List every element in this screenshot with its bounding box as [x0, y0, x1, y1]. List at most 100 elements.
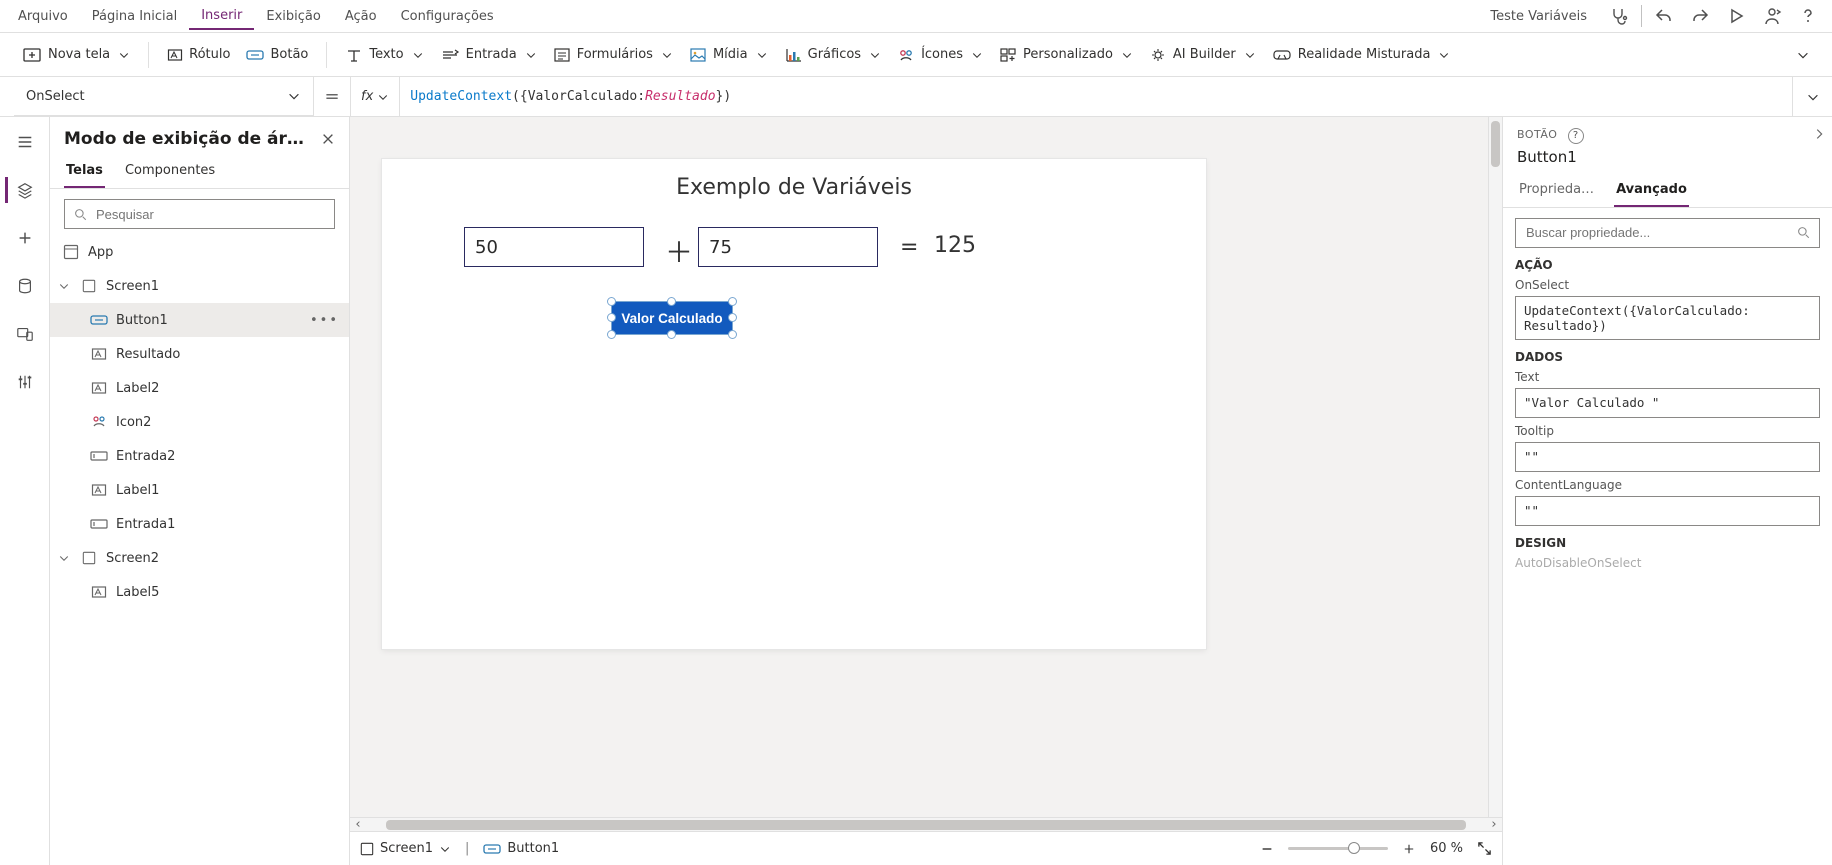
breadcrumb-screen[interactable]: Screen1: [360, 841, 451, 856]
tree-search-input[interactable]: [94, 206, 326, 223]
caret-icon[interactable]: [58, 280, 72, 292]
tree-close-button[interactable]: [321, 132, 335, 146]
canvas-stage[interactable]: Exemplo de Variáveis 50 ＋ 75 = 125 Valor…: [350, 117, 1502, 817]
selection-outline: Valor Calculado: [612, 302, 732, 334]
prop-value-contentlanguage[interactable]: "": [1515, 496, 1820, 526]
props-tab-propriedades[interactable]: Proprieda…: [1517, 178, 1596, 207]
props-search-input[interactable]: [1524, 224, 1796, 241]
tree-node-button1[interactable]: Button1 •••: [50, 303, 349, 337]
ribbon-collapse-button[interactable]: [1788, 43, 1818, 67]
tree-node-entrada1[interactable]: Entrada1: [50, 507, 349, 541]
rail-tree-view[interactable]: [5, 175, 45, 205]
property-select[interactable]: OnSelect: [14, 77, 314, 116]
more-icon[interactable]: •••: [310, 313, 339, 328]
forms-button[interactable]: Formulários: [545, 42, 681, 68]
custom-button[interactable]: Personalizado: [991, 42, 1141, 68]
button-control-button[interactable]: Botão: [238, 42, 316, 67]
canvas-input-2[interactable]: 75: [698, 227, 878, 267]
mixed-reality-button[interactable]: Realidade Misturada: [1264, 42, 1459, 68]
resize-handle[interactable]: [607, 313, 616, 322]
rail-data[interactable]: [5, 271, 45, 301]
tree-node-app[interactable]: App: [50, 235, 349, 269]
fullscreen-button[interactable]: [1477, 841, 1492, 856]
zoom-out-button[interactable]: [1260, 842, 1274, 856]
zoom-in-button[interactable]: [1402, 842, 1416, 856]
section-design: DESIGN: [1515, 536, 1820, 550]
prop-value-tooltip[interactable]: "": [1515, 442, 1820, 472]
scroll-thumb[interactable]: [1491, 121, 1500, 167]
vertical-scrollbar[interactable]: [1488, 117, 1502, 817]
ai-builder-button[interactable]: AI Builder: [1141, 42, 1264, 68]
rail-advanced-tools[interactable]: [5, 367, 45, 397]
prop-value-onselect[interactable]: UpdateContext({ValorCalculado: Resultado…: [1515, 296, 1820, 340]
tree-panel: Modo de exibição de ár… Telas Componente…: [50, 117, 350, 865]
help-icon[interactable]: ?: [1568, 128, 1584, 144]
icons-button[interactable]: Ícones: [889, 42, 991, 68]
resize-handle[interactable]: [607, 297, 616, 306]
props-tab-avancado[interactable]: Avançado: [1614, 178, 1689, 207]
new-screen-button[interactable]: Nova tela: [14, 42, 138, 68]
scroll-left-arrow[interactable]: ‹: [350, 817, 366, 832]
tree-node-entrada2[interactable]: Entrada2: [50, 439, 349, 473]
scroll-thumb[interactable]: [386, 820, 1466, 830]
formula-bar: OnSelect = fx UpdateContext({ValorCalcul…: [0, 77, 1832, 117]
tree-tab-telas[interactable]: Telas: [64, 159, 105, 188]
menu-tab-configuracoes[interactable]: Configurações: [389, 4, 506, 29]
app-icon: [62, 244, 80, 260]
tree-node-label2[interactable]: Label2: [50, 371, 349, 405]
tree-node-label5[interactable]: Label5: [50, 575, 349, 609]
search-icon: [1796, 225, 1811, 240]
scroll-right-arrow[interactable]: ›: [1486, 817, 1502, 832]
rail-media[interactable]: [5, 319, 45, 349]
props-search[interactable]: [1515, 218, 1820, 248]
side-rail: [0, 117, 50, 865]
tree-search[interactable]: [64, 199, 335, 229]
help-button[interactable]: [1790, 0, 1826, 33]
breadcrumb-selection[interactable]: Button1: [483, 841, 559, 856]
resize-handle[interactable]: [728, 330, 737, 339]
resize-handle[interactable]: [728, 297, 737, 306]
canvas-input-1[interactable]: 50: [464, 227, 644, 267]
tree-node-icon2[interactable]: Icon2: [50, 405, 349, 439]
rail-insert[interactable]: [5, 223, 45, 253]
app-checker-button[interactable]: [1601, 0, 1637, 33]
prop-label-text: Text: [1515, 370, 1820, 384]
undo-button[interactable]: [1646, 0, 1682, 33]
section-acao: AÇÃO: [1515, 258, 1820, 272]
rail-hamburger[interactable]: [5, 127, 45, 157]
fx-label[interactable]: fx: [350, 77, 399, 116]
media-button[interactable]: Mídia: [681, 42, 776, 68]
tree-node-screen2[interactable]: Screen2: [50, 541, 349, 575]
canvas-title-label: Exemplo de Variáveis: [382, 175, 1206, 200]
menu-tab-exibicao[interactable]: Exibição: [254, 4, 332, 29]
formula-input[interactable]: UpdateContext({ValorCalculado: Resultado…: [399, 77, 1792, 116]
resize-handle[interactable]: [667, 330, 676, 339]
tree-node-label1[interactable]: Label1: [50, 473, 349, 507]
charts-button[interactable]: Gráficos: [776, 42, 889, 68]
horizontal-scrollbar[interactable]: ‹ ›: [350, 817, 1502, 831]
resize-handle[interactable]: [607, 330, 616, 339]
menu-tab-pagina-inicial[interactable]: Página Inicial: [80, 4, 189, 29]
label-button[interactable]: Rótulo: [159, 42, 238, 68]
zoom-slider[interactable]: [1288, 847, 1388, 850]
formula-expand-button[interactable]: [1792, 77, 1832, 116]
tree-node-resultado[interactable]: Resultado: [50, 337, 349, 371]
text-button[interactable]: Texto: [337, 42, 431, 68]
redo-button[interactable]: [1682, 0, 1718, 33]
menu-tab-acao[interactable]: Ação: [333, 4, 389, 29]
artboard[interactable]: Exemplo de Variáveis 50 ＋ 75 = 125 Valor…: [382, 159, 1206, 649]
play-button[interactable]: [1718, 0, 1754, 33]
resize-handle[interactable]: [667, 297, 676, 306]
menu-tab-inserir[interactable]: Inserir: [189, 3, 254, 30]
props-expand-button[interactable]: [1812, 127, 1826, 141]
resize-handle[interactable]: [728, 313, 737, 322]
prop-value-text[interactable]: "Valor Calculado ": [1515, 388, 1820, 418]
tree-tab-componentes[interactable]: Componentes: [123, 159, 217, 188]
entry-button[interactable]: Entrada: [432, 42, 545, 68]
prop-label-contentlanguage: ContentLanguage: [1515, 478, 1820, 492]
tree-node-screen1[interactable]: Screen1: [50, 269, 349, 303]
plus-icon: ＋: [665, 231, 693, 271]
property-select-label: OnSelect: [26, 89, 85, 104]
menu-tab-arquivo[interactable]: Arquivo: [6, 4, 80, 29]
share-button[interactable]: [1754, 0, 1790, 33]
